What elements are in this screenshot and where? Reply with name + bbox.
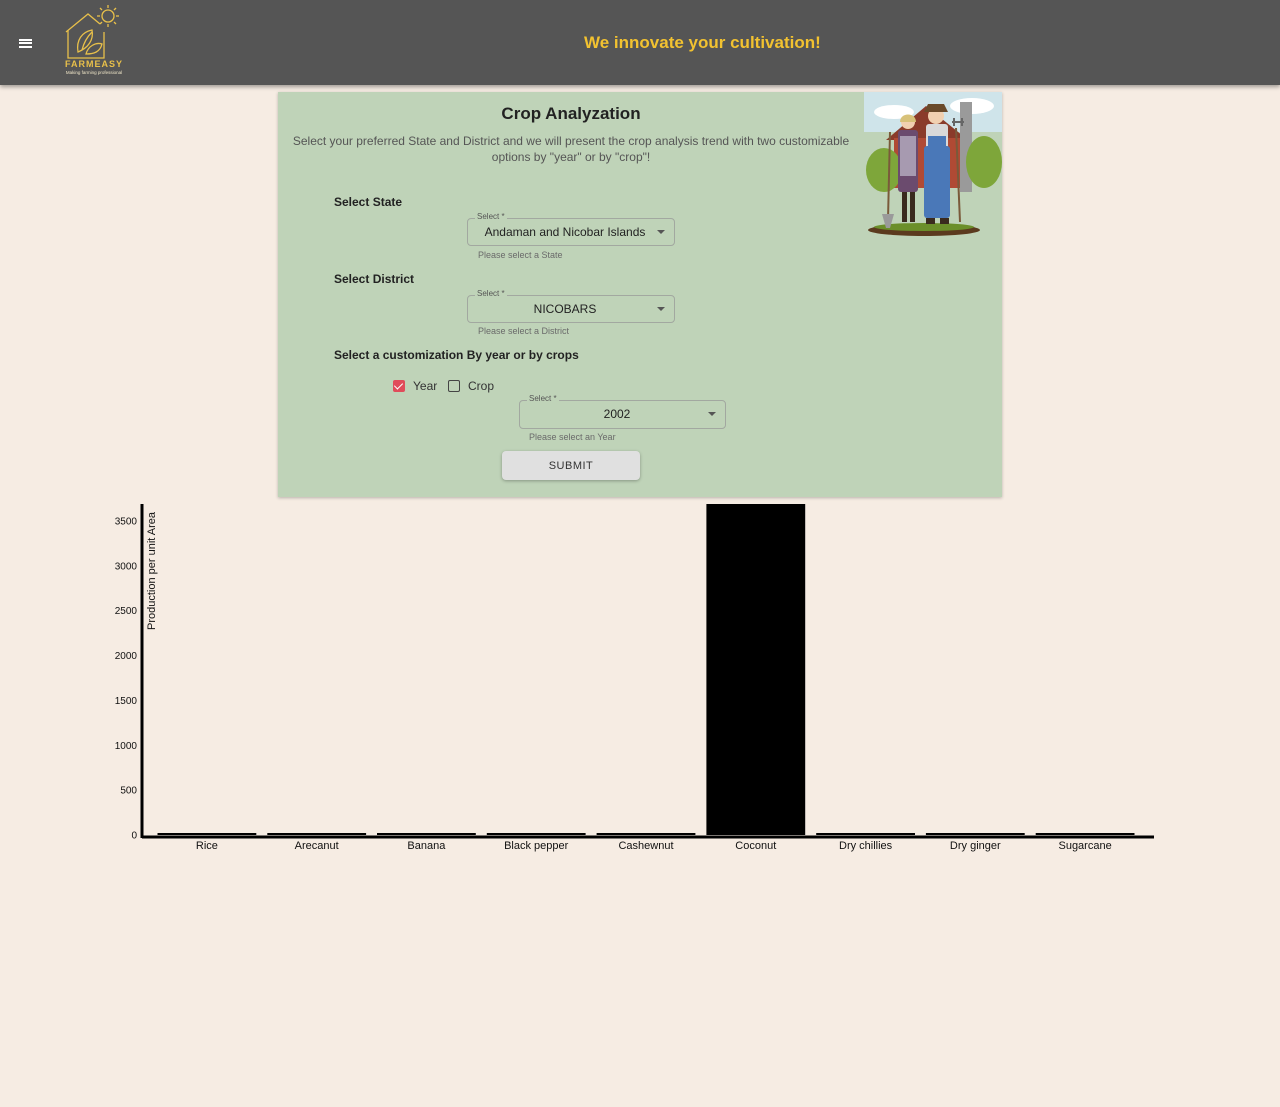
year-helper-text: Please select an Year: [529, 432, 616, 442]
menu-icon[interactable]: [12, 30, 38, 56]
chart-y-tick-labels: 0 500 1000 1500 2000 2500 3000 3500: [115, 517, 138, 842]
bar-dry-chillies: [816, 833, 915, 835]
crop-analysis-card: Crop Analyzation Select your preferred S…: [278, 92, 1002, 497]
state-select-value: Andaman and Nicobar Islands: [484, 225, 646, 239]
y-tick-label: 1000: [115, 741, 138, 752]
page-title: Crop Analyzation: [501, 104, 641, 123]
year-checkbox[interactable]: [393, 380, 405, 392]
header-tagline: We innovate your cultivation!: [584, 33, 821, 52]
chart-bars: [157, 504, 1135, 835]
page-subtitle: Select your preferred State and District…: [292, 134, 850, 164]
year-select-value: 2002: [603, 407, 631, 421]
x-tick-label: Rice: [196, 840, 218, 852]
customization-label: Select a customization By year or by cro…: [334, 348, 579, 362]
farmers-illustration: [864, 92, 1002, 237]
y-tick-label: 500: [120, 786, 137, 797]
bar-coconut: [706, 504, 806, 835]
y-tick-label: 2000: [115, 651, 138, 662]
crop-checkbox[interactable]: [448, 380, 460, 392]
y-tick-label: 0: [131, 831, 137, 842]
chevron-down-icon: [657, 230, 665, 234]
bar-dry-ginger: [925, 833, 1025, 835]
district-label: Select District: [334, 272, 415, 286]
bar-arecanut: [267, 833, 367, 835]
brand-name: FARMEASY: [64, 59, 123, 69]
x-tick-label: Dry ginger: [950, 840, 1001, 852]
bar-sugarcane: [1035, 833, 1135, 835]
state-select[interactable]: Select * Andaman and Nicobar Islands: [467, 212, 675, 246]
x-tick-label: Dry chillies: [839, 840, 893, 852]
bar-banana: [377, 833, 476, 835]
production-bar-chart: Rice Arecanut Banana Black pepper Cashewnut C…: [115, 504, 1154, 852]
y-tick-label: 3500: [115, 517, 138, 528]
bar-black-pepper: [486, 833, 586, 835]
app-bar: FARMEASY Making farming professional We …: [0, 0, 1280, 85]
district-select-value: NICOBARS: [533, 302, 597, 316]
bar-cashewnut: [596, 833, 696, 835]
y-tick-label: 3000: [115, 561, 138, 572]
x-tick-label: Black pepper: [504, 840, 569, 852]
y-tick-label: 2500: [115, 606, 138, 617]
chevron-down-icon: [708, 412, 716, 416]
year-checkbox-label[interactable]: Year: [413, 379, 437, 393]
brand-tagline: Making farming professional: [65, 70, 123, 75]
state-helper-text: Please select a State: [478, 250, 563, 260]
y-axis-label: Production per unit Area: [146, 511, 158, 630]
district-select[interactable]: Select * NICOBARS: [467, 289, 675, 323]
bar-rice: [157, 833, 257, 835]
x-tick-label: Cashewnut: [618, 840, 673, 852]
x-tick-label: Coconut: [735, 840, 776, 852]
chart-x-tick-labels: Rice Arecanut Banana Black pepper Cashewnut C…: [196, 840, 1112, 852]
x-tick-label: Arecanut: [295, 840, 339, 852]
x-tick-label: Sugarcane: [1058, 840, 1111, 852]
y-tick-label: 1500: [115, 696, 138, 707]
x-tick-label: Banana: [407, 840, 446, 852]
crop-checkbox-label[interactable]: Crop: [468, 379, 494, 393]
submit-button[interactable]: SUBMIT: [502, 451, 640, 480]
year-select[interactable]: Select * 2002: [519, 394, 726, 429]
chevron-down-icon: [657, 307, 665, 311]
state-label: Select State: [334, 195, 403, 209]
district-helper-text: Please select a District: [478, 326, 570, 336]
